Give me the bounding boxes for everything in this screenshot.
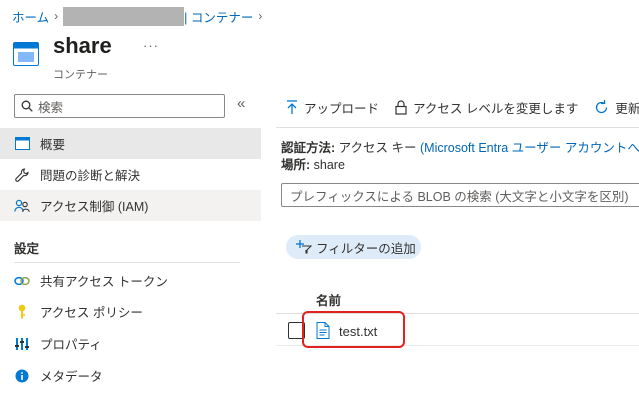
- toolbar: アップロード アクセス レベルを変更します 更新: [286, 95, 639, 119]
- add-filter-button[interactable]: フィルターの追加: [286, 235, 421, 259]
- change-access-label: アクセス レベルを変更します: [413, 101, 579, 116]
- sidebar-item-diagnose[interactable]: 問題の診断と解決: [0, 159, 261, 190]
- highlight-annotation: [302, 311, 405, 348]
- container-icon: [13, 42, 39, 66]
- change-access-level-button[interactable]: アクセス レベルを変更します: [395, 98, 578, 117]
- key-icon: [14, 304, 30, 320]
- sidebar-item-overview[interactable]: 概要: [0, 128, 261, 159]
- redacted-breadcrumb-segment: [63, 6, 185, 26]
- wrench-icon: [14, 167, 30, 183]
- sidebar-item-access-policy[interactable]: アクセス ポリシー: [0, 296, 261, 327]
- toolbar-divider-line: [276, 127, 639, 128]
- blob-prefix-search-input[interactable]: プレフィックスによる BLOB の検索 (大文字と小文字を区別): [281, 183, 639, 207]
- sidebar-item-label: 問題の診断と解決: [40, 169, 141, 183]
- refresh-label: 更新: [615, 101, 639, 116]
- add-filter-icon: [296, 240, 312, 254]
- search-icon: [21, 100, 33, 112]
- add-filter-label: フィルターの追加: [316, 241, 416, 256]
- breadcrumb-home-link[interactable]: ホーム: [12, 7, 49, 26]
- switch-to-entra-link[interactable]: (Microsoft Entra ユーザー アカウントへの切: [420, 141, 639, 155]
- link-icon: [14, 273, 30, 289]
- sidebar-item-iam[interactable]: アクセス制御 (IAM): [0, 190, 261, 221]
- location-label: 場所:: [281, 158, 311, 172]
- search-placeholder: 検索: [38, 100, 64, 115]
- refresh-icon: [596, 99, 608, 113]
- auth-method-label: 認証方法:: [281, 141, 336, 155]
- settings-section-title: 設定: [14, 242, 40, 256]
- location-row: 場所: share: [281, 154, 345, 173]
- chevron-right-icon: ›: [258, 9, 263, 23]
- properties-icon: [14, 336, 30, 352]
- sidebar-item-label: アクセス制御 (IAM): [40, 200, 149, 214]
- collapse-sidebar-icon[interactable]: «: [237, 95, 245, 112]
- lock-icon: [395, 99, 407, 115]
- chevron-right-icon: ›: [54, 9, 59, 23]
- sidebar-search-input[interactable]: 検索: [14, 94, 225, 118]
- page-title: share: [53, 33, 112, 58]
- refresh-button[interactable]: 更新: [594, 98, 639, 117]
- breadcrumb: ホーム › | コンテナー ›: [12, 6, 267, 26]
- sidebar-item-sas-token[interactable]: 共有アクセス トークン: [0, 265, 261, 296]
- breadcrumb-containers-link[interactable]: | コンテナー: [184, 7, 253, 26]
- section-divider: [14, 262, 240, 263]
- info-icon: [14, 368, 30, 384]
- page-subtitle: コンテナー: [53, 69, 108, 81]
- sidebar-item-label: プロパティ: [40, 338, 102, 352]
- upload-icon: [287, 99, 297, 114]
- sidebar-item-label: 概要: [40, 138, 66, 152]
- people-icon: [14, 198, 30, 214]
- overview-icon: [14, 136, 30, 152]
- upload-button[interactable]: アップロード: [286, 98, 379, 117]
- sidebar-item-metadata[interactable]: メタデータ: [0, 360, 261, 391]
- more-options-icon[interactable]: ···: [143, 38, 159, 53]
- blob-search-placeholder: プレフィックスによる BLOB の検索 (大文字と小文字を区別): [290, 189, 629, 204]
- location-value: share: [313, 158, 345, 172]
- sidebar-item-properties[interactable]: プロパティ: [0, 328, 261, 359]
- sidebar-item-label: アクセス ポリシー: [40, 306, 143, 320]
- auth-method-value: アクセス キー: [338, 141, 417, 155]
- upload-label: アップロード: [304, 101, 380, 116]
- sidebar-item-label: 共有アクセス トークン: [40, 275, 168, 289]
- column-header-name[interactable]: 名前: [316, 290, 341, 309]
- sidebar-item-label: メタデータ: [40, 370, 103, 384]
